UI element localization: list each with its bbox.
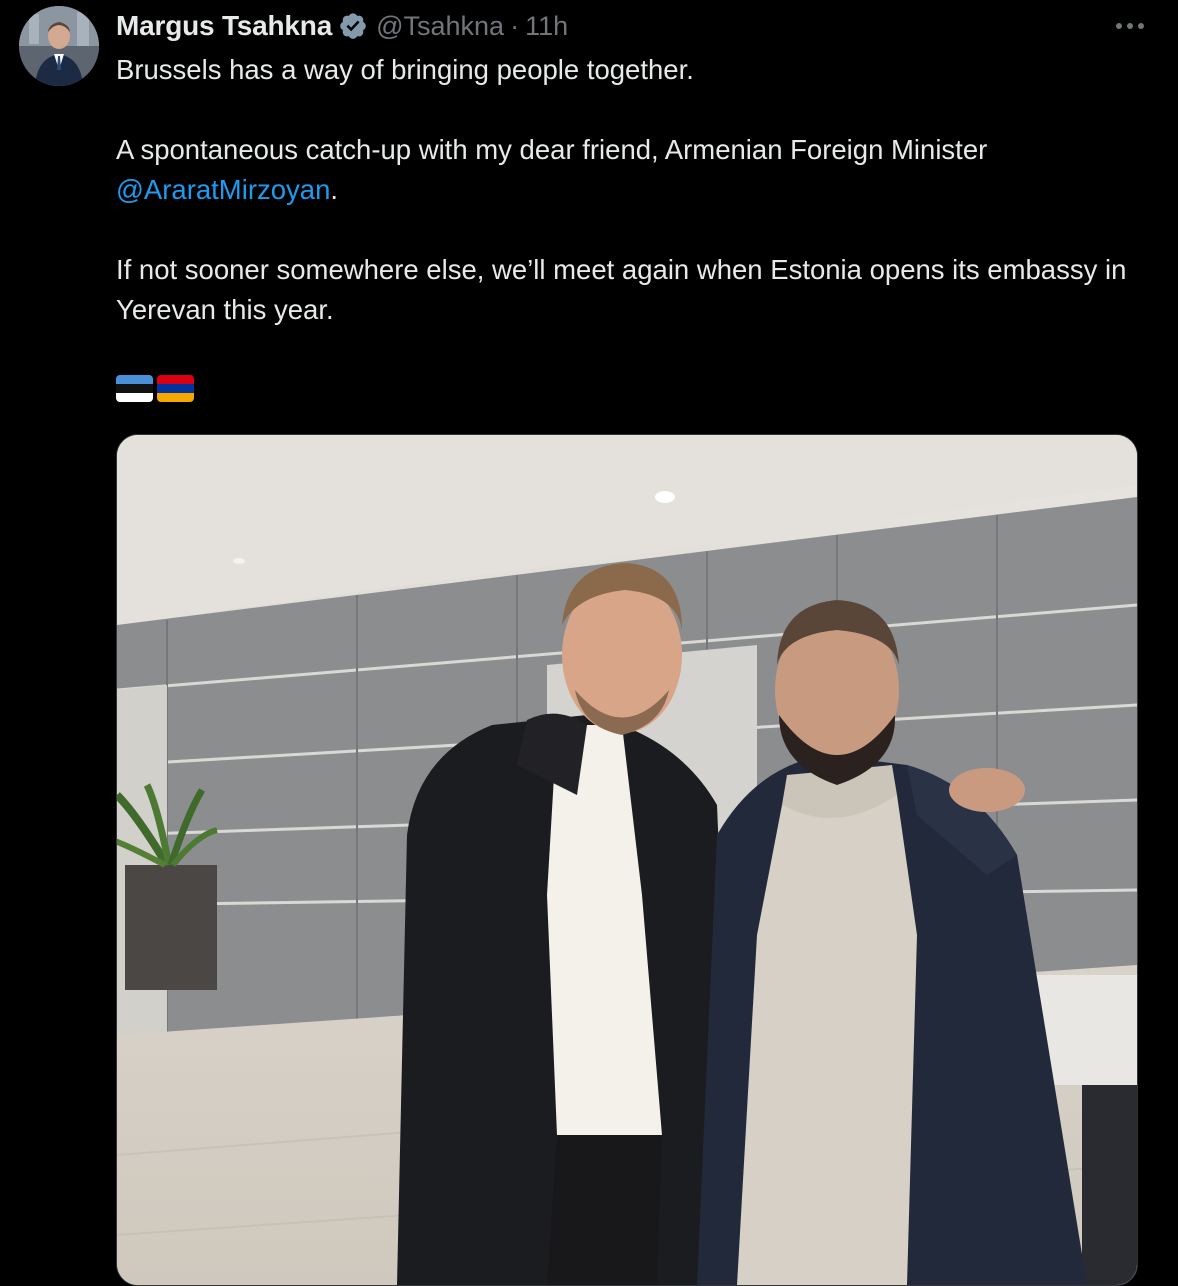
tweet-text-line: Brussels has a way of bringing people to… (116, 54, 694, 85)
mention-link[interactable]: @AraratMirzoyan (116, 174, 330, 205)
tweet-text-line: A spontaneous catch-up with my dear frie… (116, 130, 1146, 210)
verified-badge-icon[interactable] (338, 11, 368, 41)
tweet-text: Brussels has a way of bringing people to… (116, 50, 1146, 330)
author-avatar[interactable] (19, 6, 99, 86)
tweet[interactable]: Margus Tsahkna @Tsahkna · 11h Brussels h… (0, 0, 1178, 1286)
tweet-photo[interactable] (116, 434, 1138, 1286)
armenia-flag-emoji (157, 375, 194, 402)
author-handle[interactable]: @Tsahkna (376, 11, 504, 42)
tweet-timestamp[interactable]: 11h (525, 11, 568, 42)
more-horizontal-icon[interactable] (1112, 12, 1148, 40)
tweet-text-line: If not sooner somewhere else, we’ll meet… (116, 254, 1127, 325)
tweet-text-segment: A spontaneous catch-up with my dear frie… (116, 134, 988, 165)
photo-image (117, 435, 1137, 1285)
estonia-flag-emoji (116, 375, 153, 402)
author-name[interactable]: Margus Tsahkna (116, 10, 332, 42)
avatar-image (19, 6, 99, 86)
flag-emojis (116, 375, 194, 402)
separator-dot: · (510, 10, 520, 41)
tweet-header: Margus Tsahkna @Tsahkna · 11h (116, 6, 568, 46)
mention-suffix: . (330, 174, 339, 205)
